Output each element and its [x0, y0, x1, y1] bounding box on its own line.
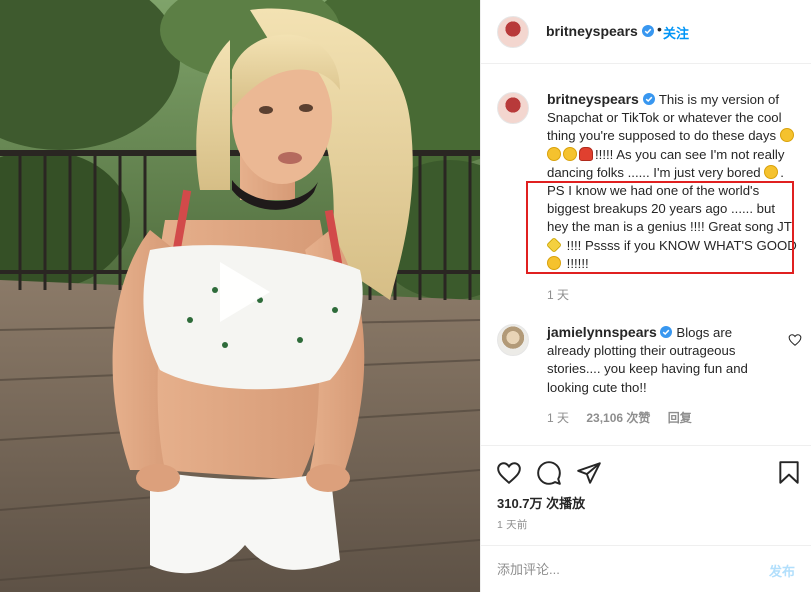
caption-text-part: !!!!!!	[563, 255, 589, 271]
sparkles-emoji-icon	[546, 236, 562, 253]
post-header: britneyspears • 关注	[481, 0, 811, 64]
dancer-emoji-icon	[579, 146, 593, 161]
post-video[interactable]	[0, 0, 480, 592]
reply-button[interactable]: 回复	[668, 411, 692, 425]
rolling-eyes-emoji-icon	[764, 164, 779, 179]
add-comment-bar: 发布	[481, 545, 811, 592]
grinning-emoji-icon	[563, 146, 577, 161]
comment-likes[interactable]: 23,106 次赞	[586, 411, 650, 425]
caption-author-avatar[interactable]	[497, 92, 529, 124]
comment-text: jamielynnspears Blogs are already plotti…	[547, 323, 772, 397]
grinning-emoji-icon	[779, 128, 794, 143]
author-avatar[interactable]	[497, 16, 529, 48]
verified-badge-icon	[642, 93, 655, 105]
caption-username[interactable]: britneyspears	[547, 91, 639, 107]
follow-button[interactable]: 关注	[663, 23, 689, 42]
comment-meta: 1 天 23,106 次赞 回复	[547, 409, 706, 426]
caption-text-part: !!!! Pssss if you KNOW WHAT'S GOOD	[563, 237, 797, 253]
share-icon[interactable]	[576, 460, 602, 486]
play-icon[interactable]	[206, 258, 274, 326]
heart-icon[interactable]	[496, 460, 522, 486]
post-side-panel: britneyspears • 关注 britneyspears This is …	[480, 0, 811, 592]
grinning-emoji-icon	[547, 146, 561, 161]
comment-time: 1 天	[547, 411, 570, 425]
bookmark-icon[interactable]	[776, 460, 802, 486]
separator-dot: •	[657, 21, 662, 37]
caption-time: 1 天	[547, 288, 570, 302]
comment-input[interactable]	[497, 558, 747, 580]
comment-like-heart-icon[interactable]	[788, 333, 802, 347]
post-actions: 310.7万 次播放 1 天前 发布	[481, 445, 811, 592]
commenter-username[interactable]: jamielynnspears	[547, 324, 657, 340]
verified-badge-icon	[660, 326, 673, 338]
view-count[interactable]: 310.7万 次播放	[497, 493, 585, 512]
comment-icon[interactable]	[536, 460, 562, 486]
posted-time: 1 天前	[497, 519, 528, 531]
post-comment-button[interactable]: 发布	[769, 561, 795, 580]
author-username[interactable]: britneyspears	[546, 23, 638, 39]
commenter-avatar[interactable]	[497, 324, 529, 356]
caption-text: britneyspears This is my version of Snapc…	[546, 90, 797, 273]
verified-badge-icon	[642, 25, 654, 37]
tongue-emoji-icon	[547, 255, 561, 270]
